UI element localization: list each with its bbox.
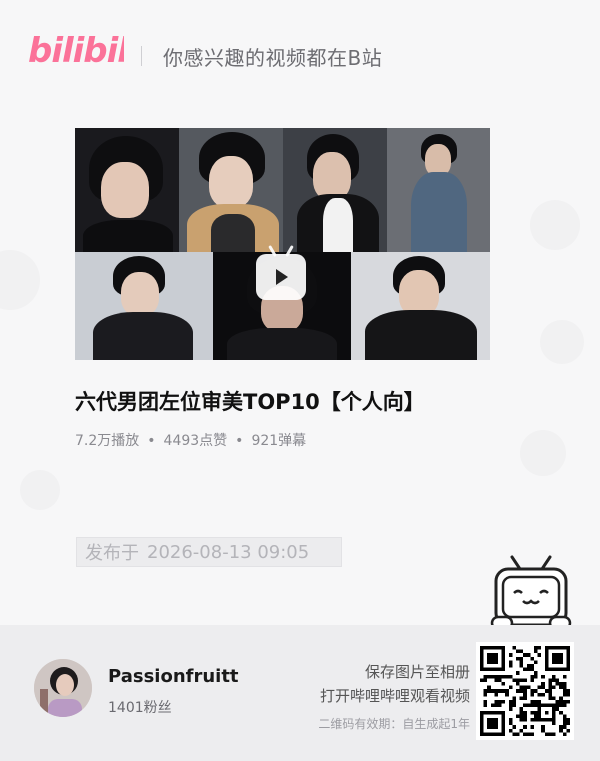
background-doodle — [530, 200, 580, 250]
qr-code[interactable] — [476, 642, 574, 740]
publish-label: 发布于 — [85, 543, 139, 564]
like-count: 4493点赞 — [163, 433, 228, 449]
open-app-hint: 打开哔哩哔哩观看视频 — [319, 687, 470, 705]
header-divider — [141, 46, 142, 66]
stats-separator: • — [147, 433, 156, 449]
video-stats: 7.2万播放 • 4493点赞 • 921弹幕 — [75, 430, 306, 450]
video-title[interactable]: 六代男团左位审美TOP10【个人向】 — [75, 386, 425, 416]
share-footer: Passionfruitt 1401粉丝 保存图片至相册 打开哔哩哔哩观看视频 … — [0, 625, 600, 761]
background-doodle — [20, 470, 60, 510]
play-icon — [276, 269, 288, 285]
logo-text: bilibili — [28, 31, 124, 70]
thumbnail-tile — [75, 252, 213, 360]
publish-time: 发布于 2026-08-13 09:05 — [76, 537, 342, 567]
background-doodle — [0, 250, 40, 310]
background-doodle — [540, 320, 584, 364]
slogan: 你感兴趣的视频都在B站 — [163, 46, 383, 70]
thumbnail-tile — [387, 128, 490, 252]
uploader-avatar[interactable] — [34, 659, 92, 717]
thumbnail-tile — [179, 128, 283, 252]
header: bilibili 你感兴趣的视频都在B站 — [0, 0, 600, 110]
qr-code-image — [480, 646, 570, 736]
background-doodle — [520, 430, 566, 476]
thumbnail-tile — [75, 128, 179, 252]
save-hint: 保存图片至相册 — [364, 663, 470, 681]
stats-separator: • — [235, 433, 244, 449]
publish-timestamp: 2026-08-13 09:05 — [147, 541, 310, 563]
danmaku-count: 921弹幕 — [251, 433, 307, 449]
fan-count: 1401粉丝 — [108, 700, 172, 716]
thumbnail-tile — [283, 128, 387, 252]
view-count: 7.2万播放 — [75, 433, 140, 449]
bilibili-logo[interactable]: bilibili — [28, 24, 124, 70]
avatar-image — [34, 659, 92, 717]
video-thumbnail[interactable] — [75, 128, 490, 360]
play-button[interactable] — [256, 254, 306, 300]
qr-validity: 二维码有效期：自生成起1年 — [318, 717, 470, 731]
thumbnail-tile — [351, 252, 490, 360]
uploader-name[interactable]: Passionfruitt — [108, 666, 239, 687]
